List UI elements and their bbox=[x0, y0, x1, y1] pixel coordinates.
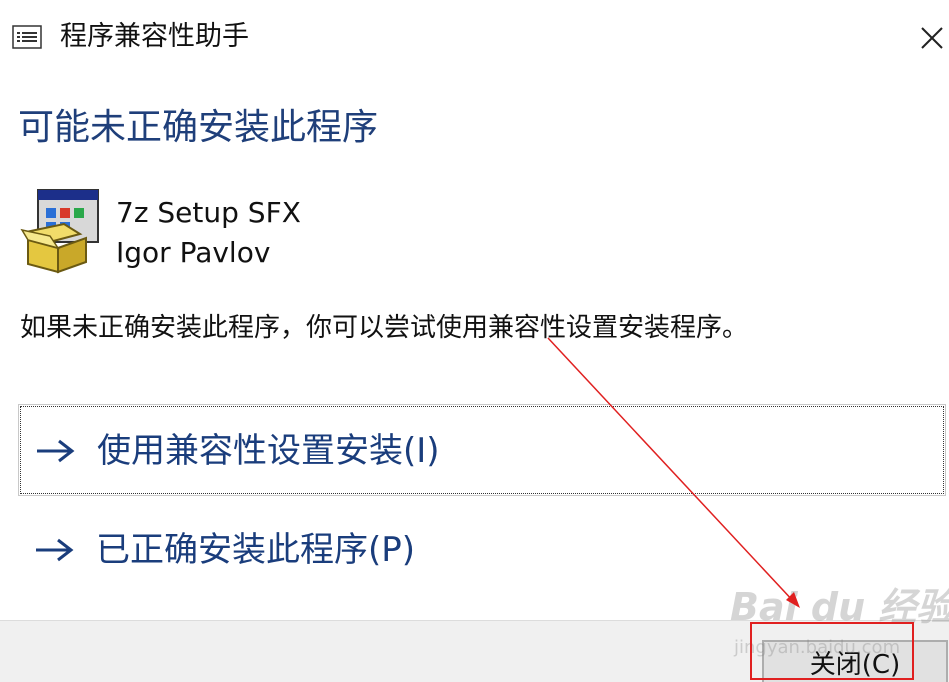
page-heading: 可能未正确安装此程序 bbox=[18, 107, 379, 148]
close-button[interactable]: 关闭(C) bbox=[762, 640, 948, 682]
compatibility-assistant-dialog: 程序兼容性助手 可能未正确安装此程序 7z Setup SFX Igor Pav… bbox=[0, 0, 949, 682]
title-bar: 程序兼容性助手 bbox=[0, 0, 949, 70]
option-label: 使用兼容性设置安装(I) bbox=[97, 431, 440, 471]
installer-package-icon bbox=[20, 189, 99, 274]
list-window-icon bbox=[12, 25, 42, 49]
program-publisher: Igor Pavlov bbox=[116, 236, 271, 269]
window-title: 程序兼容性助手 bbox=[60, 21, 249, 52]
installed-correctly-option[interactable]: 已正确安装此程序(P) bbox=[20, 506, 944, 594]
arrow-right-icon bbox=[36, 538, 74, 562]
option-label: 已正确安装此程序(P) bbox=[96, 530, 416, 570]
description-text: 如果未正确安装此程序，你可以尝试使用兼容性设置安装程序。 bbox=[20, 313, 749, 343]
install-with-compat-settings-option[interactable]: 使用兼容性设置安装(I) bbox=[18, 404, 946, 496]
close-icon[interactable] bbox=[914, 20, 948, 54]
arrow-right-icon bbox=[37, 439, 75, 463]
program-name: 7z Setup SFX bbox=[116, 196, 301, 229]
